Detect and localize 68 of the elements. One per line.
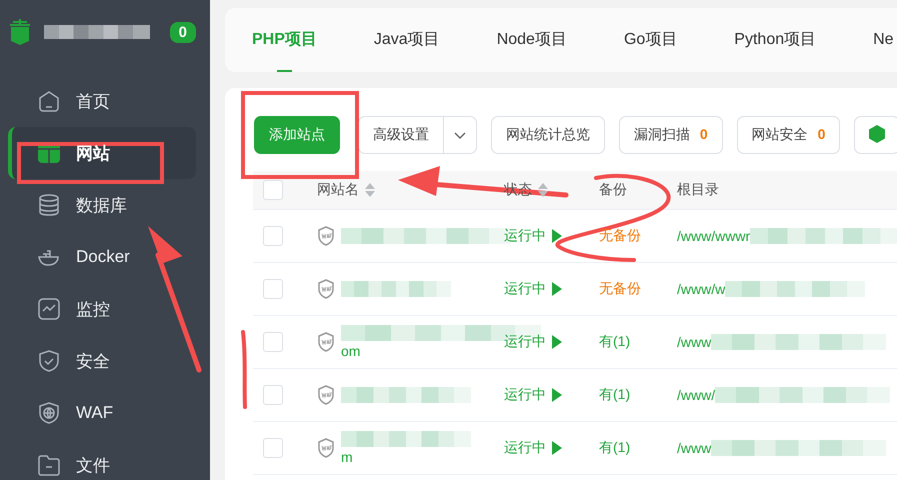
- toolbar-button[interactable]: 网站统计总览: [491, 116, 605, 154]
- waf-shield-icon: [317, 226, 335, 246]
- column-header: 根目录: [677, 181, 719, 199]
- backup-status[interactable]: 无备份: [599, 280, 641, 296]
- sidebar-item[interactable]: WAF: [8, 387, 196, 439]
- status-text[interactable]: 运行中: [504, 386, 546, 404]
- sidebar-item[interactable]: 监控: [8, 283, 196, 335]
- sidebar-item[interactable]: Docker: [8, 231, 196, 283]
- hexagon-icon: [869, 124, 886, 142]
- waf-shield-icon: [317, 279, 335, 299]
- play-icon: [552, 229, 562, 243]
- status-text[interactable]: 运行中: [504, 439, 546, 457]
- sidebar-item[interactable]: 安全: [8, 335, 196, 387]
- root-path[interactable]: /www/w: [677, 281, 726, 297]
- play-icon: [552, 388, 562, 402]
- toolbar-button[interactable]: [854, 116, 897, 154]
- sort-icon[interactable]: [538, 183, 548, 197]
- chart-icon: [37, 297, 61, 321]
- column-header: 备份: [599, 181, 627, 199]
- status-text[interactable]: 运行中: [504, 280, 546, 298]
- sidebar-item[interactable]: 数据库: [8, 179, 196, 231]
- checkbox[interactable]: [263, 332, 283, 352]
- project-tab[interactable]: Go项目: [624, 8, 678, 72]
- home-icon: [37, 89, 61, 113]
- notification-badge[interactable]: 0: [170, 22, 196, 42]
- settings-button[interactable]: 高级设置: [358, 116, 443, 154]
- play-icon: [552, 282, 562, 296]
- project-tab[interactable]: Node项目: [496, 8, 567, 72]
- status-text[interactable]: 运行中: [504, 333, 546, 351]
- caret-icon: [454, 132, 466, 140]
- backup-status[interactable]: 有(1): [599, 386, 630, 402]
- root-path[interactable]: /www/wwwr: [677, 228, 750, 244]
- checkbox[interactable]: [263, 279, 283, 299]
- status-text[interactable]: 运行中: [504, 227, 546, 245]
- sidebar-item[interactable]: 文件: [8, 439, 196, 480]
- backup-status[interactable]: 无备份: [599, 227, 641, 243]
- play-icon: [552, 441, 562, 455]
- toolbar-button[interactable]: 网站安全 0: [736, 116, 840, 154]
- castle-logo-icon: [8, 19, 32, 45]
- checkbox[interactable]: [263, 226, 283, 246]
- globe-shield-icon: [37, 401, 61, 425]
- root-path[interactable]: /www: [677, 334, 712, 350]
- backup-status[interactable]: 有(1): [599, 333, 630, 349]
- shield-icon: [37, 349, 61, 373]
- waf-shield-icon: [317, 438, 335, 458]
- play-icon: [552, 335, 562, 349]
- add-site-button[interactable]: 添加站点: [254, 116, 340, 154]
- root-path[interactable]: /www: [677, 440, 712, 456]
- backup-status[interactable]: 有(1): [599, 439, 630, 455]
- waf-shield-icon: [317, 332, 335, 352]
- project-tab[interactable]: Ne: [873, 8, 894, 72]
- database-icon: [37, 193, 61, 217]
- waf-shield-icon: [317, 385, 335, 405]
- project-tab[interactable]: PHP项目: [252, 8, 317, 72]
- checkbox[interactable]: [263, 180, 283, 200]
- sidebar-item[interactable]: 首页: [8, 75, 196, 127]
- dropdown-button[interactable]: [443, 116, 477, 154]
- checkbox[interactable]: [263, 438, 283, 458]
- sidebar-item[interactable]: 网站: [8, 127, 196, 179]
- checkbox[interactable]: [263, 385, 283, 405]
- sort-icon[interactable]: [365, 183, 375, 197]
- site-name[interactable]: m: [341, 449, 471, 465]
- toolbar-button[interactable]: 漏洞扫描 0: [619, 116, 723, 154]
- column-header[interactable]: 网站名: [317, 181, 375, 199]
- project-tab[interactable]: Python项目: [734, 8, 816, 72]
- project-tab[interactable]: Java项目: [374, 8, 440, 72]
- root-path[interactable]: /www/: [677, 387, 716, 403]
- folder-icon: [37, 453, 61, 477]
